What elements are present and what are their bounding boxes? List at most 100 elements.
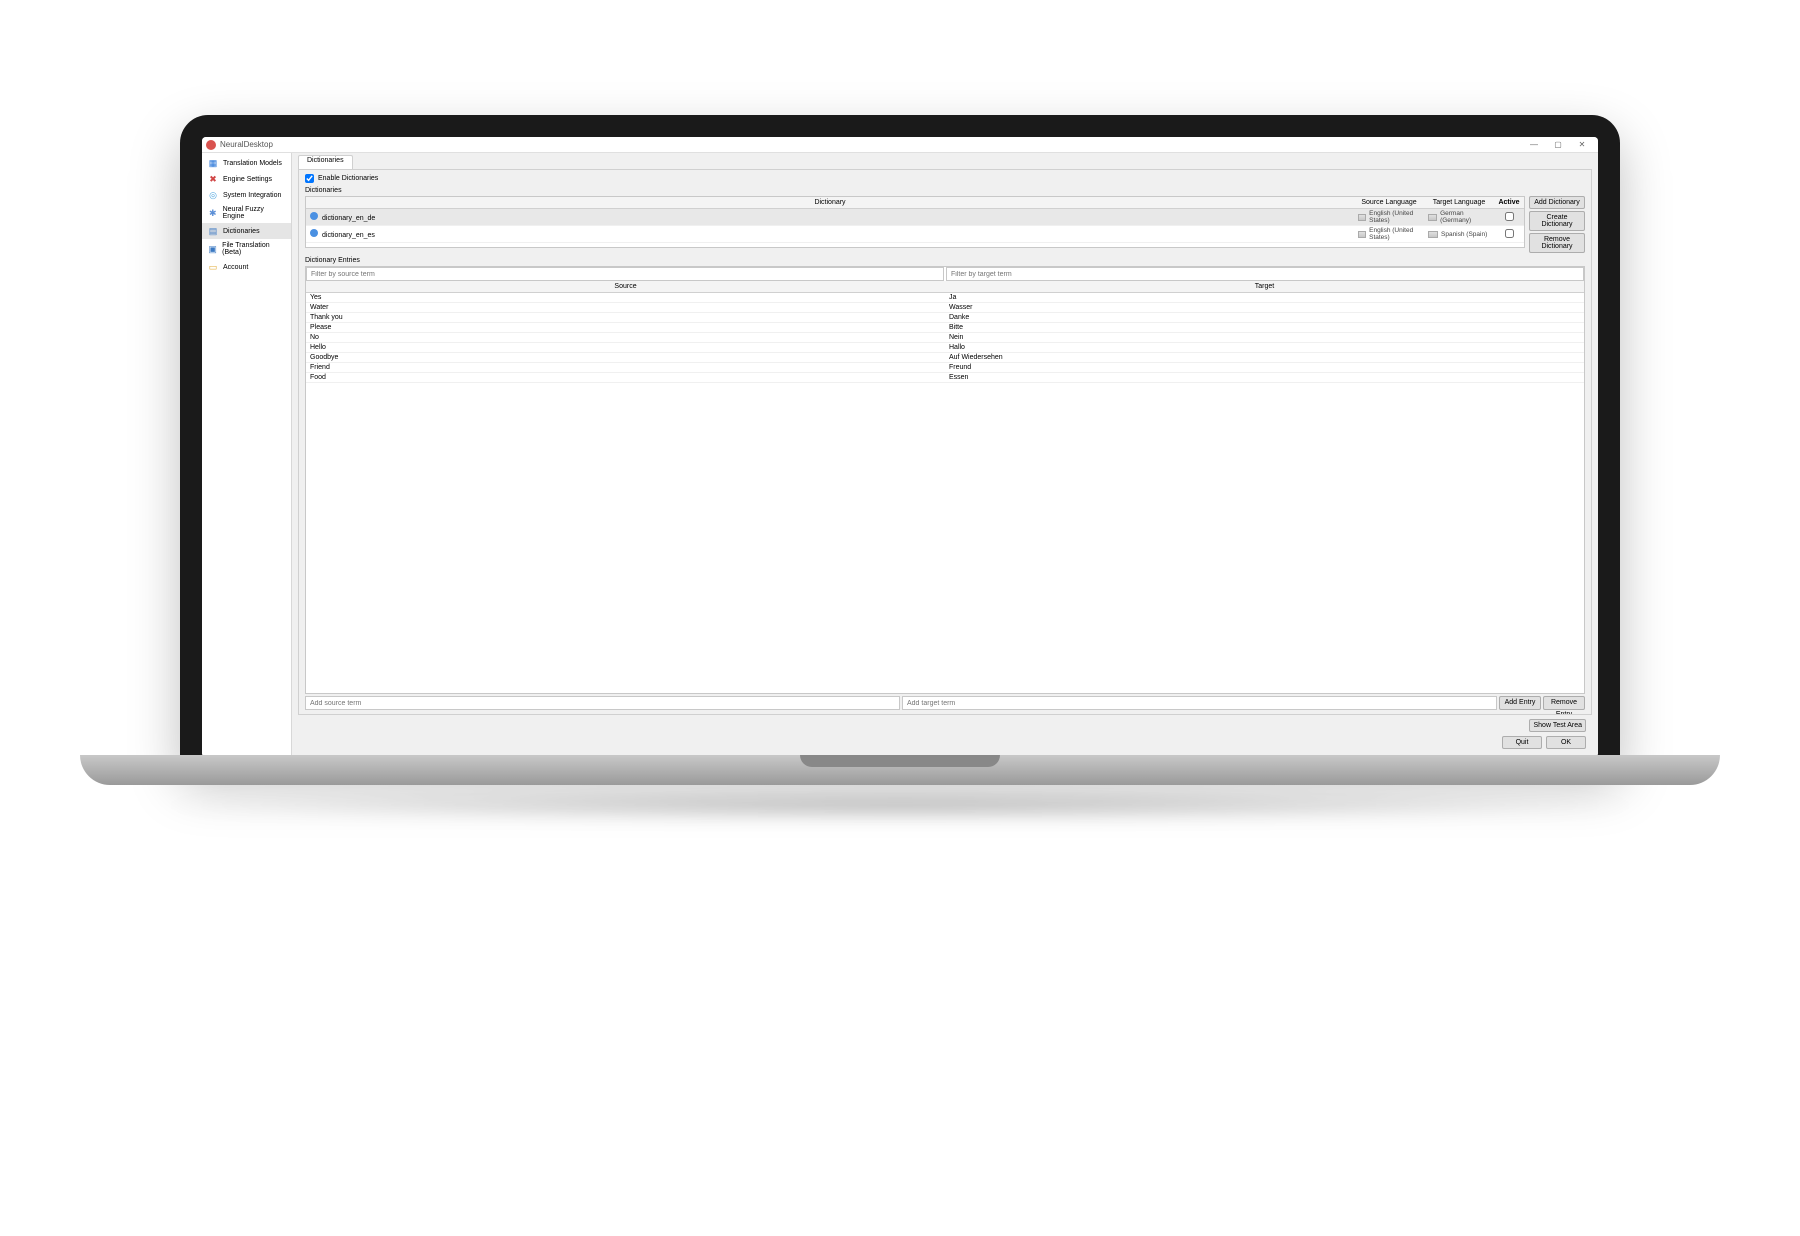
dictionaries-table[interactable]: Dictionary Source Language Target Langua… <box>305 196 1525 248</box>
sidebar-item-file-translation[interactable]: ▣ File Translation (Beta) <box>202 239 291 259</box>
entry-target-cell: Danke <box>945 313 1584 323</box>
entry-row[interactable]: FriendFreund <box>306 363 1584 373</box>
entry-row[interactable]: YesJa <box>306 293 1584 303</box>
sidebar-item-label: Engine Settings <box>223 176 272 183</box>
dict-active-cell <box>1494 226 1524 243</box>
remove-dictionary-button[interactable]: Remove Dictionary <box>1529 233 1585 253</box>
account-icon: ▭ <box>208 262 218 272</box>
col-dictionary[interactable]: Dictionary <box>306 197 1354 209</box>
sidebar-item-fuzzy-engine[interactable]: ✱ Neural Fuzzy Engine <box>202 203 291 223</box>
dictionaries-panel: Enable Dictionaries Dictionaries Diction… <box>298 169 1592 715</box>
sidebar: ▦ Translation Models ✖ Engine Settings ◎… <box>202 153 292 757</box>
add-entry-button[interactable]: Add Entry <box>1499 696 1541 710</box>
minimize-button[interactable]: — <box>1522 138 1546 152</box>
dict-target-cell: Spanish (Spain) <box>1424 226 1494 243</box>
app-icon <box>206 140 216 150</box>
sidebar-item-label: Account <box>223 264 248 271</box>
col-source-language[interactable]: Source Language <box>1354 197 1424 209</box>
entry-target-cell: Bitte <box>945 323 1584 333</box>
tab-dictionaries[interactable]: Dictionaries <box>298 155 353 169</box>
footer-row-1: Show Test Area <box>298 715 1592 736</box>
col-active[interactable]: Active <box>1494 197 1524 209</box>
settings-icon: ✖ <box>208 174 218 184</box>
maximize-button[interactable]: ▢ <box>1546 138 1570 152</box>
dictionary-buttons: Add Dictionary Create Dictionary Remove … <box>1529 196 1585 253</box>
integration-icon: ◎ <box>208 190 218 200</box>
entry-row[interactable]: WaterWasser <box>306 303 1584 313</box>
entry-row[interactable]: Thank youDanke <box>306 313 1584 323</box>
col-source[interactable]: Source <box>306 281 945 293</box>
entry-target-cell: Ja <box>945 293 1584 303</box>
dict-active-checkbox[interactable] <box>1505 229 1514 238</box>
entry-source-cell: No <box>306 333 945 343</box>
entry-source-cell: Water <box>306 303 945 313</box>
enable-row: Enable Dictionaries <box>305 174 1585 183</box>
flag-icon <box>1428 214 1437 221</box>
laptop-notch <box>800 755 1000 767</box>
entry-source-cell: Thank you <box>306 313 945 323</box>
dict-source-cell: English (United States) <box>1354 209 1424 226</box>
entry-buttons: Add Entry Remove Entry <box>1499 696 1585 710</box>
close-button[interactable]: ✕ <box>1570 138 1594 152</box>
filter-target-input[interactable] <box>946 267 1584 281</box>
entry-target-cell: Hallo <box>945 343 1584 353</box>
entry-row[interactable]: PleaseBitte <box>306 323 1584 333</box>
add-target-input[interactable] <box>902 696 1497 710</box>
fuzzy-icon: ✱ <box>208 208 218 218</box>
entry-row[interactable]: FoodEssen <box>306 373 1584 383</box>
add-dictionary-button[interactable]: Add Dictionary <box>1529 196 1585 209</box>
entry-target-cell: Nein <box>945 333 1584 343</box>
flag-icon <box>1358 214 1366 221</box>
dictionary-row[interactable]: dictionary_en_esEnglish (United States)S… <box>306 226 1524 243</box>
models-icon: ▦ <box>208 158 218 168</box>
entry-row[interactable]: NoNein <box>306 333 1584 343</box>
dict-active-checkbox[interactable] <box>1505 212 1514 221</box>
dict-source-cell: English (United States) <box>1354 226 1424 243</box>
dictionaries-block: Dictionary Source Language Target Langua… <box>305 196 1585 253</box>
remove-entry-button[interactable]: Remove Entry <box>1543 696 1585 710</box>
dict-active-cell <box>1494 209 1524 226</box>
entry-row[interactable]: HelloHallo <box>306 343 1584 353</box>
sidebar-item-label: Translation Models <box>223 160 282 167</box>
entry-source-cell: Food <box>306 373 945 383</box>
entries-label: Dictionary Entries <box>305 257 1585 264</box>
filter-row <box>306 267 1584 281</box>
sidebar-item-label: File Translation (Beta) <box>222 242 285 256</box>
show-test-area-button[interactable]: Show Test Area <box>1529 719 1586 732</box>
entry-row[interactable]: GoodbyeAuf Wiedersehen <box>306 353 1584 363</box>
laptop-frame: NeuralDesktop — ▢ ✕ ▦ Translation Models… <box>180 115 1620 765</box>
sidebar-item-label: Dictionaries <box>223 228 260 235</box>
quit-button[interactable]: Quit <box>1502 736 1542 749</box>
add-source-input[interactable] <box>305 696 900 710</box>
flag-icon <box>1358 231 1366 238</box>
window-controls: — ▢ ✕ <box>1522 138 1594 152</box>
dict-name-cell: dictionary_en_es <box>306 226 1354 243</box>
entry-source-cell: Hello <box>306 343 945 353</box>
sidebar-item-label: System Integration <box>223 192 281 199</box>
col-target[interactable]: Target <box>945 281 1584 293</box>
sidebar-item-label: Neural Fuzzy Engine <box>223 206 285 220</box>
sidebar-item-account[interactable]: ▭ Account <box>202 259 291 275</box>
app-window: NeuralDesktop — ▢ ✕ ▦ Translation Models… <box>202 137 1598 757</box>
dict-name-cell: dictionary_en_de <box>306 209 1354 226</box>
entry-target-cell: Wasser <box>945 303 1584 313</box>
entry-target-cell: Essen <box>945 373 1584 383</box>
tabbar: Dictionaries <box>298 155 1592 169</box>
dictionary-row[interactable]: dictionary_en_deEnglish (United States)G… <box>306 209 1524 226</box>
sidebar-item-system-integration[interactable]: ◎ System Integration <box>202 187 291 203</box>
entries-table-wrap[interactable]: Source Target YesJaWaterWasserThank youD… <box>305 266 1585 694</box>
file-icon: ▣ <box>208 244 217 254</box>
sidebar-item-translation-models[interactable]: ▦ Translation Models <box>202 155 291 171</box>
filter-source-input[interactable] <box>306 267 944 281</box>
ok-button[interactable]: OK <box>1546 736 1586 749</box>
app-body: ▦ Translation Models ✖ Engine Settings ◎… <box>202 153 1598 757</box>
entry-source-cell: Goodbye <box>306 353 945 363</box>
entry-source-cell: Yes <box>306 293 945 303</box>
sidebar-item-engine-settings[interactable]: ✖ Engine Settings <box>202 171 291 187</box>
enable-dictionaries-checkbox[interactable] <box>305 174 314 183</box>
titlebar-left: NeuralDesktop <box>206 140 273 150</box>
create-dictionary-button[interactable]: Create Dictionary <box>1529 211 1585 231</box>
sidebar-item-dictionaries[interactable]: ▤ Dictionaries <box>202 223 291 239</box>
col-target-language[interactable]: Target Language <box>1424 197 1494 209</box>
entries-section: Source Target YesJaWaterWasserThank youD… <box>305 266 1585 710</box>
